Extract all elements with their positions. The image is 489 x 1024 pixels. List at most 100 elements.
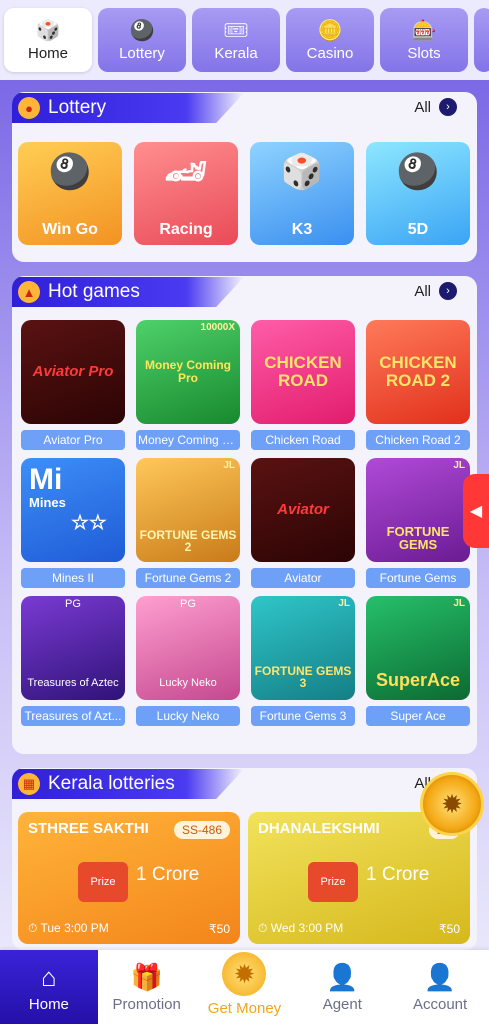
tab-home[interactable]: 🎲 Home — [4, 8, 92, 72]
game-thumbnail[interactable]: CHICKEN ROAD 2 — [366, 320, 470, 424]
game-art-text: SuperAce — [375, 670, 461, 691]
side-drawer-tab[interactable]: ◀ — [463, 474, 489, 548]
game-art-text: CHICKEN ROAD — [264, 353, 342, 390]
game-thumbnail[interactable]: Aviator Pro — [21, 320, 125, 424]
game-badge: 10000X — [200, 322, 235, 333]
game-badge: PG — [65, 598, 81, 610]
tab-more[interactable] — [474, 8, 489, 72]
game-name: Chicken Road 2 — [366, 430, 470, 450]
hot-games-all-link[interactable]: All › — [414, 282, 457, 300]
nav-home[interactable]: ⌂ Home — [0, 950, 98, 1024]
game-art-text: Money Coming Pro — [145, 358, 231, 385]
tile-racing[interactable]: 🏎 Racing — [134, 142, 238, 245]
clock-icon: ⏱ — [258, 921, 268, 935]
game-name: Money Coming P... — [136, 430, 240, 450]
game-thumbnail[interactable]: Aviator — [251, 458, 355, 562]
game-name: Fortune Gems — [366, 568, 470, 588]
nav-account[interactable]: 👤 Account — [391, 950, 489, 1024]
ticket-price: ₹50 — [439, 922, 460, 936]
game-card[interactable]: JL FORTUNE GEMS Fortune Gems — [366, 458, 470, 588]
casino-icon: 🪙 — [317, 19, 343, 42]
kerala-section: ▦ Kerala lotteries All › STHREE SAKTHI S… — [12, 768, 477, 950]
clock-icon: ⏱ — [28, 921, 38, 935]
game-name: Fortune Gems 2 — [136, 568, 240, 588]
tile-5d[interactable]: 🎱 5D — [366, 142, 470, 245]
kerala-card[interactable]: STHREE SAKTHI SS-486 Prize 1 Crore ⏱ Tue… — [18, 812, 240, 944]
tile-label: 5D — [407, 221, 429, 238]
game-art-text: CHICKEN ROAD 2 — [379, 353, 457, 390]
wheel-icon: ✹ — [222, 951, 267, 996]
game-name: Fortune Gems 3 — [251, 706, 355, 726]
game-card[interactable]: CHICKEN ROAD 2 Chicken Road 2 — [366, 320, 470, 450]
category-tabs: 🎲 Home 🎱 Lottery 🎟 Kerala 🪙 Casino 🎰 Slo… — [0, 0, 489, 80]
section-title-bar: ● Lottery — [12, 93, 244, 123]
game-badge: PG — [180, 598, 196, 610]
account-icon: 👤 — [423, 961, 457, 992]
tile-label: K3 — [291, 221, 313, 238]
game-thumbnail[interactable]: PG Treasures of Aztec — [21, 596, 125, 700]
game-badge: JL — [338, 598, 350, 609]
game-art-text: Mi — [29, 463, 63, 496]
tab-slots[interactable]: 🎰 Slots — [380, 8, 468, 72]
floating-wheel-button[interactable]: ✹ — [420, 772, 484, 836]
game-thumbnail[interactable]: CHICKEN ROAD — [251, 320, 355, 424]
lottery-header: ● Lottery All › — [12, 92, 477, 124]
draw-time-text: Wed 3:00 PM — [270, 921, 344, 935]
game-card[interactable]: PG Lucky Neko Lucky Neko — [136, 596, 240, 726]
game-card[interactable]: Mi Mines ☆☆ Mines II — [21, 458, 125, 588]
tab-kerala[interactable]: 🎟 Kerala — [192, 8, 280, 72]
game-thumbnail[interactable]: 10000X Money Coming Pro — [136, 320, 240, 424]
wheel-icon: ✹ — [441, 788, 463, 819]
game-card[interactable]: Aviator Aviator — [251, 458, 355, 588]
draw-code-badge: SS-486 — [173, 821, 230, 839]
balls-icon: 🎱 — [48, 153, 92, 191]
game-name: Mines II — [21, 568, 125, 588]
game-card[interactable]: PG Treasures of Aztec Treasures of Azt..… — [21, 596, 125, 726]
nav-agent[interactable]: 👤 Agent — [293, 950, 391, 1024]
tab-lottery[interactable]: 🎱 Lottery — [98, 8, 186, 72]
game-thumbnail[interactable]: JL FORTUNE GEMS — [366, 458, 470, 562]
game-thumbnail[interactable]: PG Lucky Neko — [136, 596, 240, 700]
tab-casino[interactable]: 🪙 Casino — [286, 8, 374, 72]
hot-games-header: ▲ Hot games All › — [12, 276, 477, 308]
game-thumbnail[interactable]: JL FORTUNE GEMS 2 — [136, 458, 240, 562]
lottery-all-link[interactable]: All › — [414, 98, 457, 116]
tile-win-go[interactable]: 🎱 Win Go — [18, 142, 122, 245]
gift-icon: 🎁 — [130, 961, 163, 992]
home-icon: 🎲 — [35, 19, 61, 42]
game-card[interactable]: 10000X Money Coming Pro Money Coming P..… — [136, 320, 240, 450]
tab-label: Home — [27, 44, 68, 62]
triangle-left-icon: ◀ — [469, 503, 483, 520]
game-thumbnail[interactable]: JL FORTUNE GEMS 3 — [251, 596, 355, 700]
nav-get-money[interactable]: ✹ Get Money — [196, 950, 294, 1024]
game-name: Treasures of Azt... — [21, 706, 125, 726]
section-title-bar: ▲ Hot games — [12, 277, 244, 307]
nav-promotion[interactable]: 🎁 Promotion — [98, 950, 196, 1024]
lottery-tiles: 🎱 Win Go 🏎 Racing 🎲 K3 🎱 5D — [12, 124, 477, 245]
chevron-right-icon: › — [439, 98, 457, 116]
section-title: Kerala lotteries — [48, 773, 175, 794]
nav-label: Account — [412, 995, 468, 1013]
kerala-icon: 🎟 — [223, 19, 249, 42]
game-name: Lucky Neko — [136, 706, 240, 726]
balls-icon: 🎱 — [396, 153, 440, 191]
game-card[interactable]: JL SuperAce Super Ace — [366, 596, 470, 726]
draw-time-text: Tue 3:00 PM — [40, 921, 109, 935]
game-card[interactable]: CHICKEN ROAD Chicken Road — [251, 320, 355, 450]
prize-badge: Prize — [78, 862, 128, 902]
game-card[interactable]: JL FORTUNE GEMS 3 Fortune Gems 3 — [251, 596, 355, 726]
tab-label: Lottery — [119, 44, 165, 62]
prize-badge: Prize — [308, 862, 358, 902]
game-art-text: Aviator — [277, 501, 329, 519]
nav-label: Promotion — [112, 995, 181, 1013]
dice-icon: 🎲 — [280, 153, 324, 191]
prize-amount: 1 Crore — [366, 864, 430, 885]
game-thumbnail[interactable]: Mi Mines ☆☆ — [21, 458, 125, 562]
game-card[interactable]: JL FORTUNE GEMS 2 Fortune Gems 2 — [136, 458, 240, 588]
game-card[interactable]: Aviator Pro Aviator Pro — [21, 320, 125, 450]
game-badge: JL — [453, 460, 465, 471]
prize-amount: 1 Crore — [136, 864, 200, 885]
game-name: Aviator Pro — [21, 430, 125, 450]
game-thumbnail[interactable]: JL SuperAce — [366, 596, 470, 700]
tile-k3[interactable]: 🎲 K3 — [250, 142, 354, 245]
